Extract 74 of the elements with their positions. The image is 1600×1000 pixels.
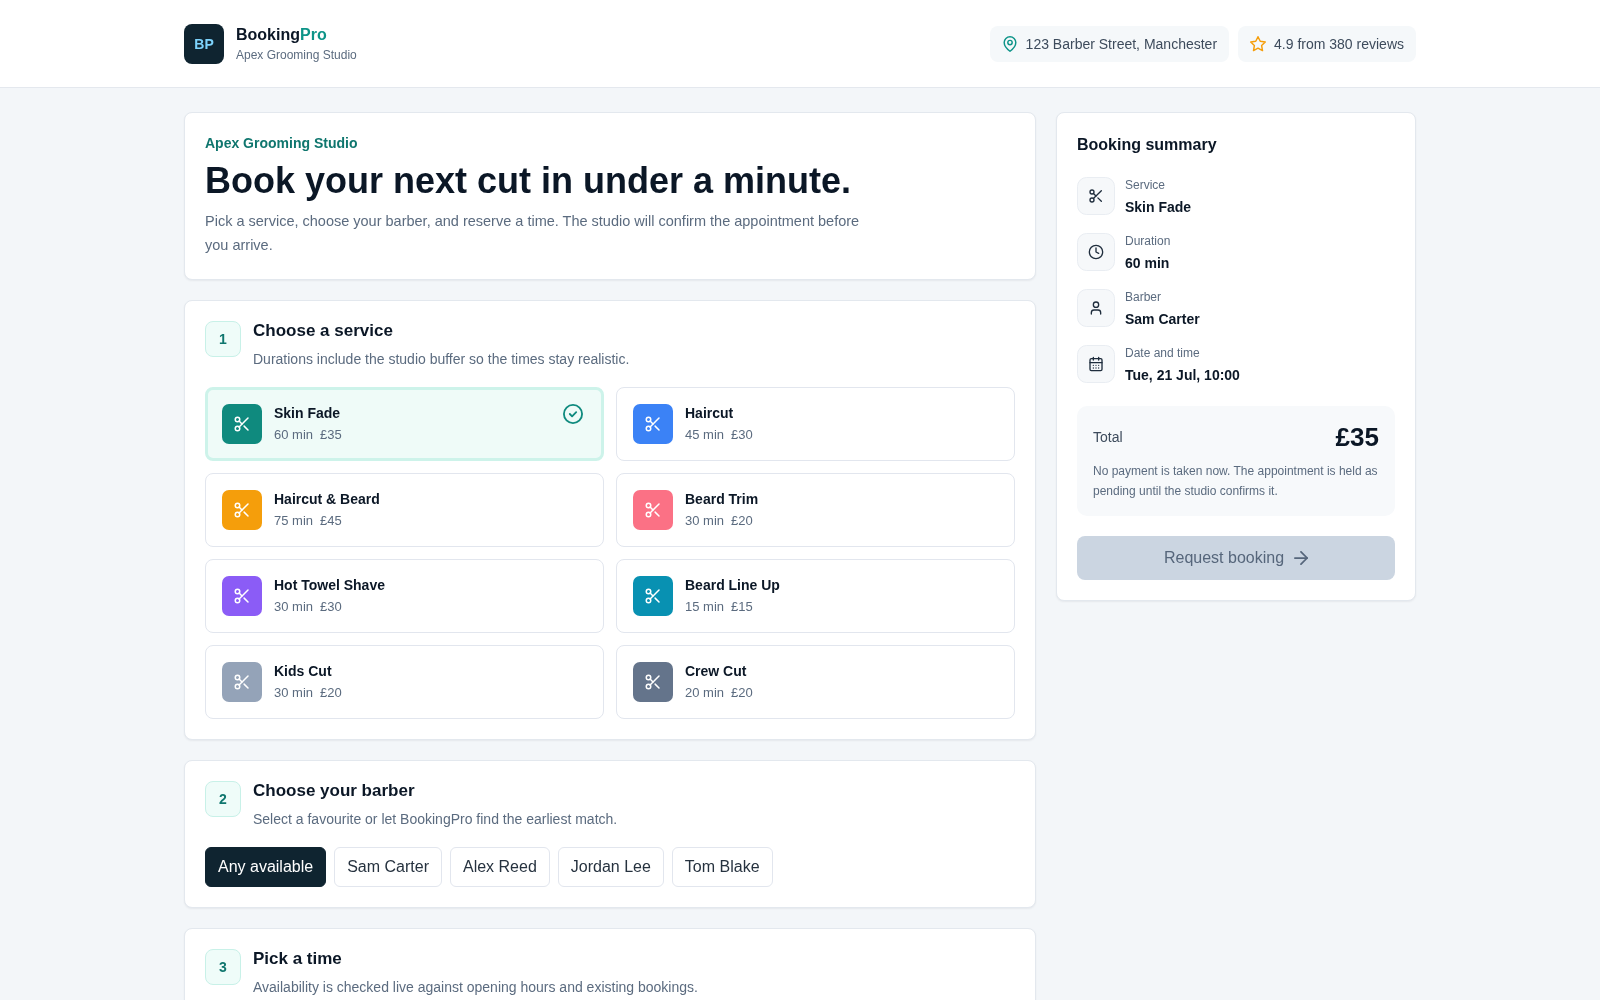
check-circle-icon <box>563 404 583 424</box>
barber-option[interactable]: Tom Blake <box>671 847 773 887</box>
duration-text: 75 min <box>274 512 314 530</box>
total-price: £35 <box>1335 421 1379 453</box>
duration-text: 30 min <box>274 598 314 616</box>
price-text: £30 <box>731 426 753 444</box>
summary-value: 60 min <box>1125 254 1171 273</box>
price-text: £15 <box>731 598 753 616</box>
service-option[interactable]: Beard Line Up 15 min £15 <box>616 559 1015 633</box>
barber-option[interactable]: Alex Reed <box>449 847 550 887</box>
page-title: Book your next cut in under a minute. <box>205 159 853 203</box>
summary-label: Date and time <box>1125 345 1201 361</box>
rating-text: 4.9 from 380 reviews <box>1274 35 1404 52</box>
service-option[interactable]: Hot Towel Shave 30 min £30 <box>205 559 604 633</box>
service-option[interactable]: Crew Cut 20 min £20 <box>616 645 1015 719</box>
logo-mark: BP <box>184 23 224 64</box>
service-name: Kids Cut <box>274 662 333 680</box>
step-number: 2 <box>205 781 241 817</box>
duration-text: 15 min <box>685 598 725 616</box>
payment-note: No payment is taken now. The appointment is held as pending until the studio confirms it. <box>1093 463 1379 500</box>
price-text: £20 <box>320 684 342 702</box>
map-pin-icon <box>1001 35 1018 52</box>
step-subtitle: Availability is checked live against opening hours and existing bookings. <box>253 978 698 996</box>
clock-icon <box>1077 233 1115 271</box>
price-text: £20 <box>731 684 753 702</box>
studio-name: Apex Grooming Studio <box>236 48 357 62</box>
barber-option[interactable]: Sam Carter <box>334 847 442 887</box>
duration-text: 45 min <box>685 426 725 444</box>
service-option[interactable]: Kids Cut 30 min £20 <box>205 645 604 719</box>
summary-label: Service <box>1125 177 1166 193</box>
summary-label: Duration <box>1125 233 1171 249</box>
scissors-icon <box>1077 177 1115 215</box>
price-text: £30 <box>320 598 342 616</box>
service-name: Haircut <box>685 404 735 422</box>
summary-title: Booking summary <box>1077 135 1218 155</box>
service-option[interactable]: Beard Trim 30 min £20 <box>616 473 1015 547</box>
summary-label: Barber <box>1125 289 1163 305</box>
step-subtitle: Durations include the studio buffer so the times stay realistic. <box>253 350 630 368</box>
service-option[interactable]: Haircut & Beard 75 min £45 <box>205 473 604 547</box>
step-title: Choose a service <box>253 320 394 342</box>
service-option[interactable]: Skin Fade 60 min £35 <box>205 387 604 461</box>
service-name: Beard Trim <box>685 490 760 508</box>
service-name: Hot Towel Shave <box>274 576 386 594</box>
arrow-right-icon <box>1294 551 1309 565</box>
service-option[interactable]: Haircut 45 min £30 <box>616 387 1015 461</box>
duration-text: 20 min <box>685 684 725 702</box>
service-name: Crew Cut <box>685 662 748 680</box>
step-number: 1 <box>205 321 241 357</box>
duration-text: 30 min <box>685 512 725 530</box>
barber-option[interactable]: Jordan Lee <box>557 847 664 887</box>
service-name: Haircut & Beard <box>274 490 381 508</box>
barber-option[interactable]: Any available <box>205 847 327 887</box>
duration-text: 60 min <box>274 426 314 444</box>
summary-value: Skin Fade <box>1125 198 1192 217</box>
studio-label: Apex Grooming Studio <box>205 134 359 153</box>
brand-name: BookingPro <box>236 25 328 45</box>
price-text: £45 <box>320 512 342 530</box>
price-text: £20 <box>731 512 753 530</box>
total-label: Total <box>1093 429 1123 445</box>
star-icon <box>1250 35 1267 52</box>
intro-text: Pick a service, choose your barber, and reserve a time. The studio will confirm the appointment before you arrive. <box>205 212 861 255</box>
step-title: Pick a time <box>253 948 343 970</box>
service-name: Beard Line Up <box>685 576 781 594</box>
calendar-icon <box>1077 345 1115 383</box>
step-title: Choose your barber <box>253 780 416 802</box>
step-subtitle: Select a favourite or let BookingPro find the earliest match. <box>253 810 618 828</box>
service-name: Skin Fade <box>274 404 342 422</box>
address-text: 123 Barber Street, Manchester <box>1025 35 1218 52</box>
summary-value: Tue, 21 Jul, 10:00 <box>1125 366 1240 385</box>
price-text: £35 <box>320 426 342 444</box>
person-icon <box>1077 289 1115 327</box>
duration-text: 30 min <box>274 684 314 702</box>
summary-value: Sam Carter <box>1125 310 1200 329</box>
step-number: 3 <box>205 949 241 985</box>
